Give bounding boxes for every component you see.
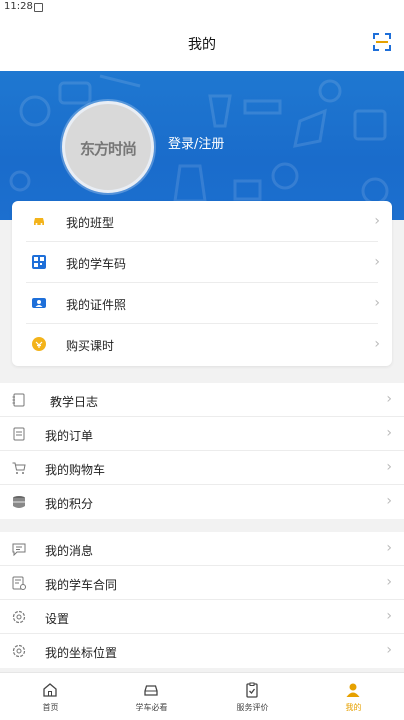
- tab-label: 学车必看: [135, 703, 168, 712]
- tab-must-see[interactable]: 学车必看: [101, 673, 202, 720]
- contract-icon: [12, 576, 26, 590]
- list-item-location[interactable]: 我的坐标位置 ›: [0, 634, 404, 668]
- list-item-orders[interactable]: 我的订单 ›: [0, 417, 404, 451]
- avatar[interactable]: 东方时尚: [62, 101, 154, 193]
- sim-icon: [34, 3, 43, 12]
- list-item-label: 我的坐标位置: [45, 646, 118, 660]
- tab-label: 我的: [345, 703, 362, 712]
- list-item-label: 教学日志: [50, 395, 99, 409]
- menu-item-label: 我的班型: [66, 216, 115, 230]
- car-icon: [34, 218, 44, 225]
- chevron-right-icon: ›: [374, 336, 380, 352]
- list-item-label: 设置: [45, 612, 70, 626]
- location-icon: [12, 644, 26, 658]
- menu-item-buy-hours[interactable]: 购买课时 ›: [12, 324, 392, 365]
- chevron-right-icon: ›: [386, 425, 392, 441]
- cart-icon: [12, 462, 26, 474]
- bottom-tab-bar: 首页 学车必看 服务评价 我的: [0, 672, 404, 720]
- coins-icon: [13, 496, 25, 508]
- chevron-right-icon: ›: [386, 608, 392, 624]
- profile-banner: 东方时尚 登录/注册: [0, 71, 404, 220]
- title-bar: 我的: [0, 16, 404, 71]
- menu-section-2: 我的消息 › 我的学车合同 › 设置 › 我的坐标位置 ›: [0, 532, 404, 668]
- menu-item-label: 我的学车码: [66, 257, 127, 271]
- chevron-right-icon: ›: [374, 213, 380, 229]
- status-bar: 11:28: [0, 0, 404, 16]
- list-item-settings[interactable]: 设置 ›: [0, 600, 404, 634]
- message-icon: [12, 543, 26, 556]
- tab-label: 服务评价: [236, 703, 269, 712]
- page-title: 我的: [188, 37, 216, 53]
- clipboard-check-icon: [246, 682, 258, 698]
- list-item-points[interactable]: 我的积分 ›: [0, 485, 404, 519]
- tab-service-review[interactable]: 服务评价: [202, 673, 303, 720]
- menu-item-label: 购买课时: [66, 339, 115, 353]
- tab-mine[interactable]: 我的: [303, 673, 404, 720]
- menu-item-label: 我的证件照: [66, 298, 127, 312]
- purchase-hours-icon: [32, 337, 46, 351]
- list-item-label: 我的积分: [45, 497, 94, 511]
- list-item-messages[interactable]: 我的消息 ›: [0, 532, 404, 566]
- list-item-label: 我的学车合同: [45, 578, 118, 592]
- menu-item-my-code[interactable]: 我的学车码 ›: [12, 242, 392, 283]
- chevron-right-icon: ›: [374, 295, 380, 311]
- chevron-right-icon: ›: [386, 540, 392, 556]
- id-photo-icon: [32, 298, 46, 308]
- status-time: 11:28: [4, 1, 33, 12]
- chevron-right-icon: ›: [386, 642, 392, 658]
- home-icon: [43, 683, 57, 697]
- list-item-teaching-log[interactable]: 教学日志 ›: [0, 383, 404, 417]
- profile-menu-card: 我的班型 › 我的学车码 › 我的证件照 › 购买课时 ›: [12, 201, 392, 366]
- chevron-right-icon: ›: [386, 391, 392, 407]
- menu-item-id-photo[interactable]: 我的证件照 ›: [12, 283, 392, 324]
- notebook-icon: [12, 393, 25, 407]
- avatar-logo: 东方时尚: [79, 140, 137, 158]
- settings-icon: [12, 610, 26, 624]
- car-outline-icon: [144, 685, 158, 696]
- scan-icon[interactable]: [373, 33, 391, 51]
- list-item-label: 我的消息: [45, 544, 94, 558]
- list-item-label: 我的购物车: [45, 463, 106, 477]
- chevron-right-icon: ›: [374, 254, 380, 270]
- chevron-right-icon: ›: [386, 493, 392, 509]
- menu-section-1: 教学日志 › 我的订单 › 我的购物车 › 我的积分 ›: [0, 383, 404, 519]
- chevron-right-icon: ›: [386, 574, 392, 590]
- list-item-cart[interactable]: 我的购物车 ›: [0, 451, 404, 485]
- menu-item-my-class[interactable]: 我的班型 ›: [12, 201, 392, 242]
- list-item-label: 我的订单: [45, 429, 94, 443]
- tab-home[interactable]: 首页: [0, 673, 101, 720]
- list-item-contract[interactable]: 我的学车合同 ›: [0, 566, 404, 600]
- order-icon: [13, 427, 25, 441]
- tab-label: 首页: [42, 703, 59, 712]
- chevron-right-icon: ›: [386, 459, 392, 475]
- user-icon: [346, 683, 360, 697]
- qr-code-icon: [32, 255, 46, 269]
- login-register-link[interactable]: 登录/注册: [168, 133, 224, 152]
